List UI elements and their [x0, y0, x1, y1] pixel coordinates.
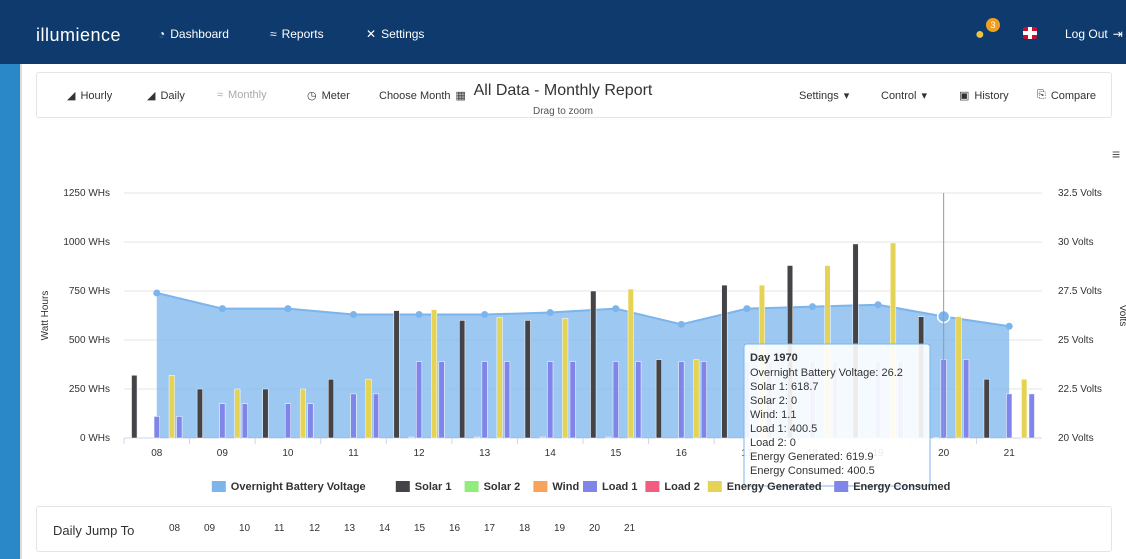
- notifications-button[interactable]: ● 3: [975, 18, 1000, 44]
- settings-icon: ✕: [366, 27, 377, 41]
- jump-day-link[interactable]: 18: [519, 523, 554, 534]
- notification-badge: 3: [986, 18, 1000, 32]
- nav-dashboard[interactable]: ◔ Dashboard: [158, 27, 229, 41]
- nav-reports-label: Reports: [281, 27, 324, 41]
- jump-day-link[interactable]: 17: [484, 523, 519, 534]
- main-content: ◢ Hourly ◢ Daily ≈ Monthly ◷ Meter Choos…: [20, 64, 1126, 559]
- reports-icon: ≈: [270, 27, 277, 41]
- nav-reports[interactable]: ≈ Reports: [270, 27, 324, 41]
- users-icon: ●: [975, 26, 985, 43]
- chart-title: All Data - Monthly Report: [473, 82, 653, 99]
- nav-settings[interactable]: ✕ Settings: [366, 27, 424, 41]
- logout-icon: ⇥: [1112, 27, 1123, 41]
- jump-day-link[interactable]: 19: [554, 523, 589, 534]
- jump-day-link[interactable]: 20: [589, 523, 624, 534]
- daily-jump-bar: Daily Jump To 08 09 10 11 12 13 14 15 16 17 18 19 20…: [36, 506, 1112, 552]
- jump-day-link[interactable]: 11: [274, 523, 309, 534]
- logout-button[interactable]: Log Out ⇥: [1065, 27, 1123, 41]
- daily-jump-days: 08 09 10 11 12 13 14 15 16 17 18 19 20 21: [169, 523, 659, 534]
- jump-day-link[interactable]: 08: [169, 523, 204, 534]
- jump-day-link[interactable]: 10: [239, 523, 274, 534]
- brand-logo[interactable]: illumience: [36, 25, 121, 46]
- chart-subtitle: Drag to zoom: [532, 106, 594, 117]
- language-flag-icon[interactable]: [1023, 27, 1037, 39]
- jump-day-link[interactable]: 13: [344, 523, 379, 534]
- nav-settings-label: Settings: [381, 27, 425, 41]
- chart-menu-icon[interactable]: ≡: [1112, 146, 1120, 162]
- jump-day-link[interactable]: 14: [379, 523, 414, 534]
- jump-day-link[interactable]: 16: [449, 523, 484, 534]
- daily-jump-label: Daily Jump To: [53, 523, 135, 538]
- jump-day-link[interactable]: 15: [414, 523, 449, 534]
- top-navbar: illumience ◔ Dashboard ≈ Reports ✕ Setti…: [0, 0, 1126, 64]
- nav-dashboard-label: Dashboard: [170, 27, 229, 41]
- jump-day-link[interactable]: 12: [309, 523, 344, 534]
- logout-label: Log Out: [1065, 27, 1108, 41]
- jump-day-link[interactable]: 21: [624, 523, 659, 534]
- dashboard-icon: ◔: [158, 27, 166, 41]
- jump-day-link[interactable]: 09: [204, 523, 239, 534]
